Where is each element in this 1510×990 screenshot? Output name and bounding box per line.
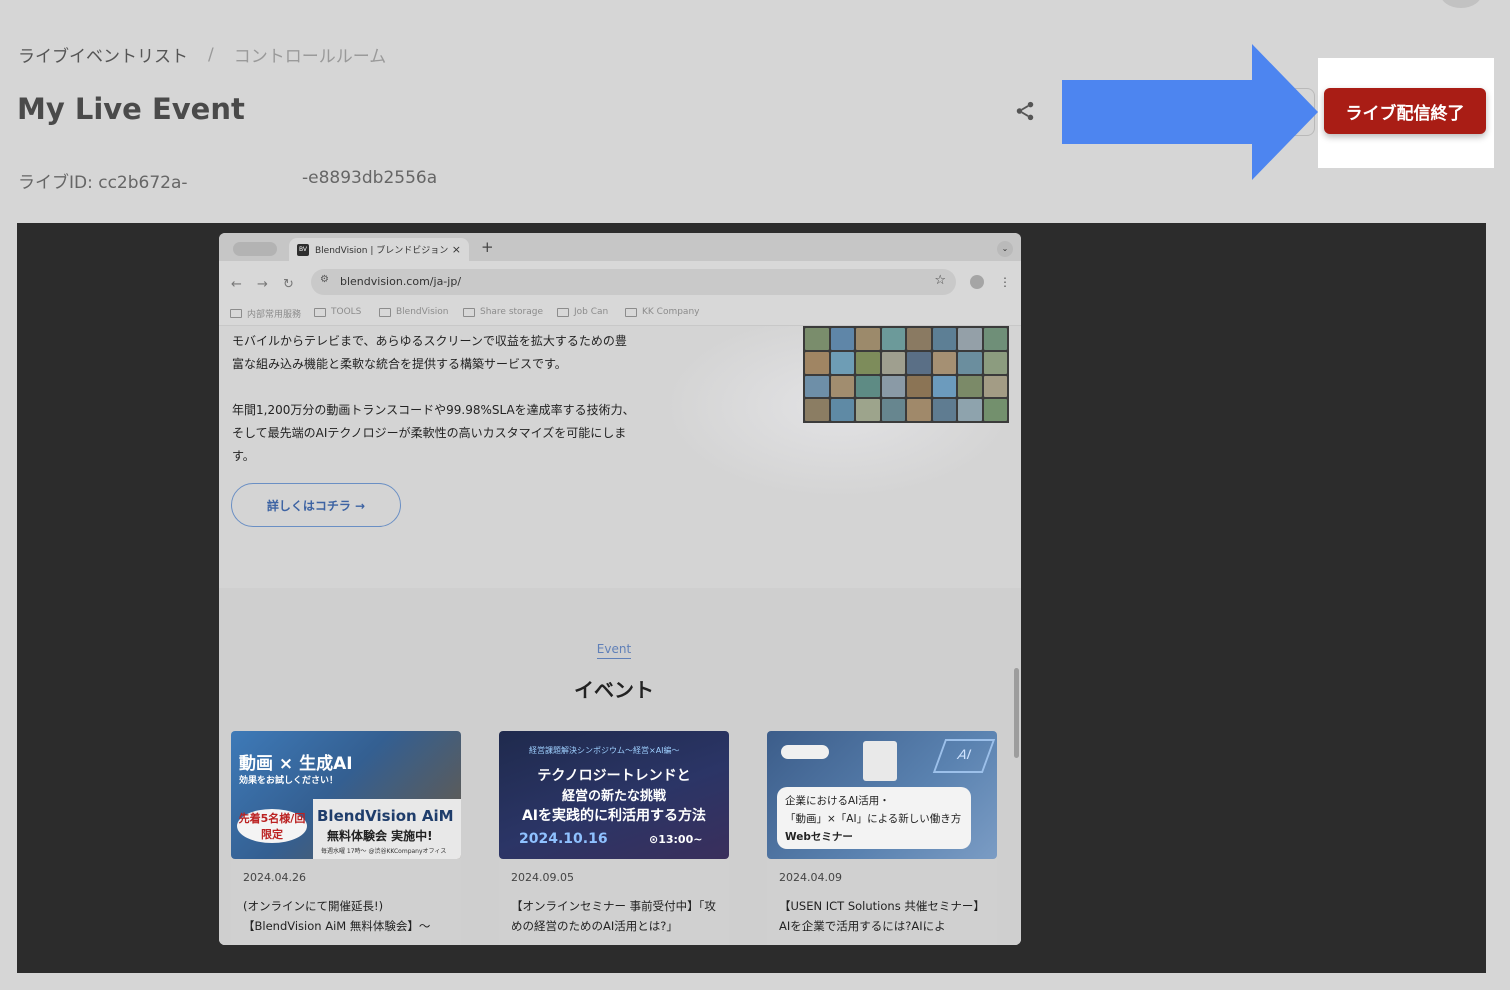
event-card-title: 【オンラインセミナー 事前受付中】「攻めの経営のためのAI活用とは?」 bbox=[511, 899, 716, 933]
event-section-label: Event bbox=[219, 642, 1009, 659]
live-id-suffix: -e8893db2556a bbox=[302, 168, 438, 188]
bookmark-folder: BlendVision bbox=[379, 307, 449, 317]
tab-strip-control bbox=[233, 242, 277, 256]
stats-paragraph: 年間1,200万分の動画トランスコードや99.98%SLAを達成率する技術力、そ… bbox=[232, 403, 635, 463]
end-live-stream-button[interactable]: ライブ配信終了 bbox=[1324, 88, 1486, 134]
back-icon: ← bbox=[231, 277, 242, 292]
bookmark-folder: KK Company bbox=[625, 307, 699, 317]
event-card: AI 企業におけるAI活用・ 「動画」×「AI」による新しい働き方 Webセミナ… bbox=[767, 731, 997, 945]
live-id-prefix: ライブID: cc2b672a- bbox=[18, 173, 188, 193]
event-card-date: 2024.09.05 bbox=[511, 871, 574, 884]
bookmark-folder: TOOLS bbox=[314, 307, 361, 317]
folder-icon bbox=[314, 307, 326, 317]
user-avatar[interactable] bbox=[1440, 0, 1482, 8]
page-scrollbar bbox=[1014, 668, 1019, 758]
folder-icon bbox=[625, 307, 637, 317]
blendvision-favicon-icon: BV bbox=[297, 243, 309, 256]
event-card-image: AI 企業におけるAI活用・ 「動画」×「AI」による新しい働き方 Webセミナ… bbox=[767, 731, 997, 859]
video-thumbnail-grid bbox=[803, 326, 1009, 423]
tab-title: BlendVision | ブレンドビジョン bbox=[315, 246, 449, 256]
bookmark-folder: Job Can bbox=[557, 307, 608, 317]
event-card: 動画 × 生成AI 効果をお試しください！ 先着5名様/回 限定 BlendVi… bbox=[231, 731, 461, 945]
annotation-arrow-icon bbox=[1062, 44, 1318, 180]
chevron-down-icon: ⌄ bbox=[997, 241, 1013, 257]
learn-more-link: 詳しくはコチラ → bbox=[231, 483, 401, 527]
limited-badge: 先着5名様/回 限定 bbox=[237, 809, 307, 843]
page-title: My Live Event bbox=[17, 92, 245, 126]
browser-tab: BV BlendVision | ブレンドビジョン × bbox=[289, 238, 469, 261]
shared-screen: BV BlendVision | ブレンドビジョン × + ⌄ ← → ↻ ⚙ … bbox=[219, 233, 1021, 945]
forward-icon: → bbox=[257, 277, 268, 292]
bookmark-star-icon: ☆ bbox=[934, 273, 946, 288]
share-icon[interactable] bbox=[1014, 100, 1036, 122]
browser-menu-icon: ⋮ bbox=[999, 275, 1011, 289]
event-card-title: (オンラインにて開催延長!)【BlendVision AiM 無料体験会】〜 bbox=[243, 899, 431, 933]
folder-icon bbox=[557, 307, 569, 317]
address-bar: ⚙ blendvision.com/ja-jp/ ☆ bbox=[311, 269, 956, 295]
folder-icon bbox=[379, 307, 391, 317]
usen-logo-icon bbox=[781, 745, 829, 759]
event-card-date: 2024.04.26 bbox=[243, 871, 306, 884]
breadcrumb-separator: / bbox=[208, 44, 214, 65]
bookmarks-bar: 内部常用服務 TOOLS BlendVision Share storage J… bbox=[219, 303, 1021, 326]
tab-close-icon: × bbox=[451, 243, 461, 256]
event-card-image: 動画 × 生成AI 効果をお試しください！ 先着5名様/回 限定 BlendVi… bbox=[231, 731, 461, 859]
folder-icon bbox=[230, 309, 242, 318]
breadcrumb: ライブイベントリスト / コントロールルーム bbox=[18, 42, 387, 68]
reload-icon: ↻ bbox=[283, 277, 294, 292]
browser-toolbar: ← → ↻ ⚙ blendvision.com/ja-jp/ ☆ ⋮ bbox=[219, 261, 1021, 303]
new-tab-icon: + bbox=[481, 238, 494, 256]
event-card-date: 2024.04.09 bbox=[779, 871, 842, 884]
live-preview-player: BV BlendVision | ブレンドビジョン × + ⌄ ← → ↻ ⚙ … bbox=[17, 223, 1486, 973]
webpage-content: モバイルからテレビまで、あらゆるスクリーンで収益を拡大するための豊富な組み込み機… bbox=[219, 326, 1021, 945]
intro-paragraph: モバイルからテレビまで、あらゆるスクリーンで収益を拡大するための豊富な組み込み機… bbox=[232, 334, 627, 371]
document-icon bbox=[863, 741, 897, 781]
bookmark-folder: 内部常用服務 bbox=[230, 307, 301, 320]
event-card-title: 【USEN ICT Solutions 共催セミナー】AIを企業で活用するには?… bbox=[779, 899, 985, 933]
address-url: blendvision.com/ja-jp/ bbox=[340, 275, 462, 288]
site-settings-icon: ⚙ bbox=[320, 274, 329, 285]
bookmark-folder: Share storage bbox=[463, 307, 543, 317]
event-section-title: イベント bbox=[574, 678, 654, 702]
event-card-image: 経営課題解決シンポジウム〜経営×AI編〜 テクノロジートレンドと 経営の新たな挑… bbox=[499, 731, 729, 859]
browser-tab-bar: BV BlendVision | ブレンドビジョン × + ⌄ bbox=[219, 233, 1021, 261]
live-id: ライブID: cc2b672a- -e8893db2556a bbox=[18, 168, 437, 193]
ai-chip-icon: AI bbox=[932, 739, 996, 773]
event-card: 経営課題解決シンポジウム〜経営×AI編〜 テクノロジートレンドと 経営の新たな挑… bbox=[499, 731, 729, 945]
breadcrumb-live-event-list-link[interactable]: ライブイベントリスト bbox=[18, 42, 188, 67]
profile-avatar-icon bbox=[970, 275, 984, 289]
folder-icon bbox=[463, 307, 475, 317]
breadcrumb-current-page: コントロールルーム bbox=[233, 47, 387, 67]
